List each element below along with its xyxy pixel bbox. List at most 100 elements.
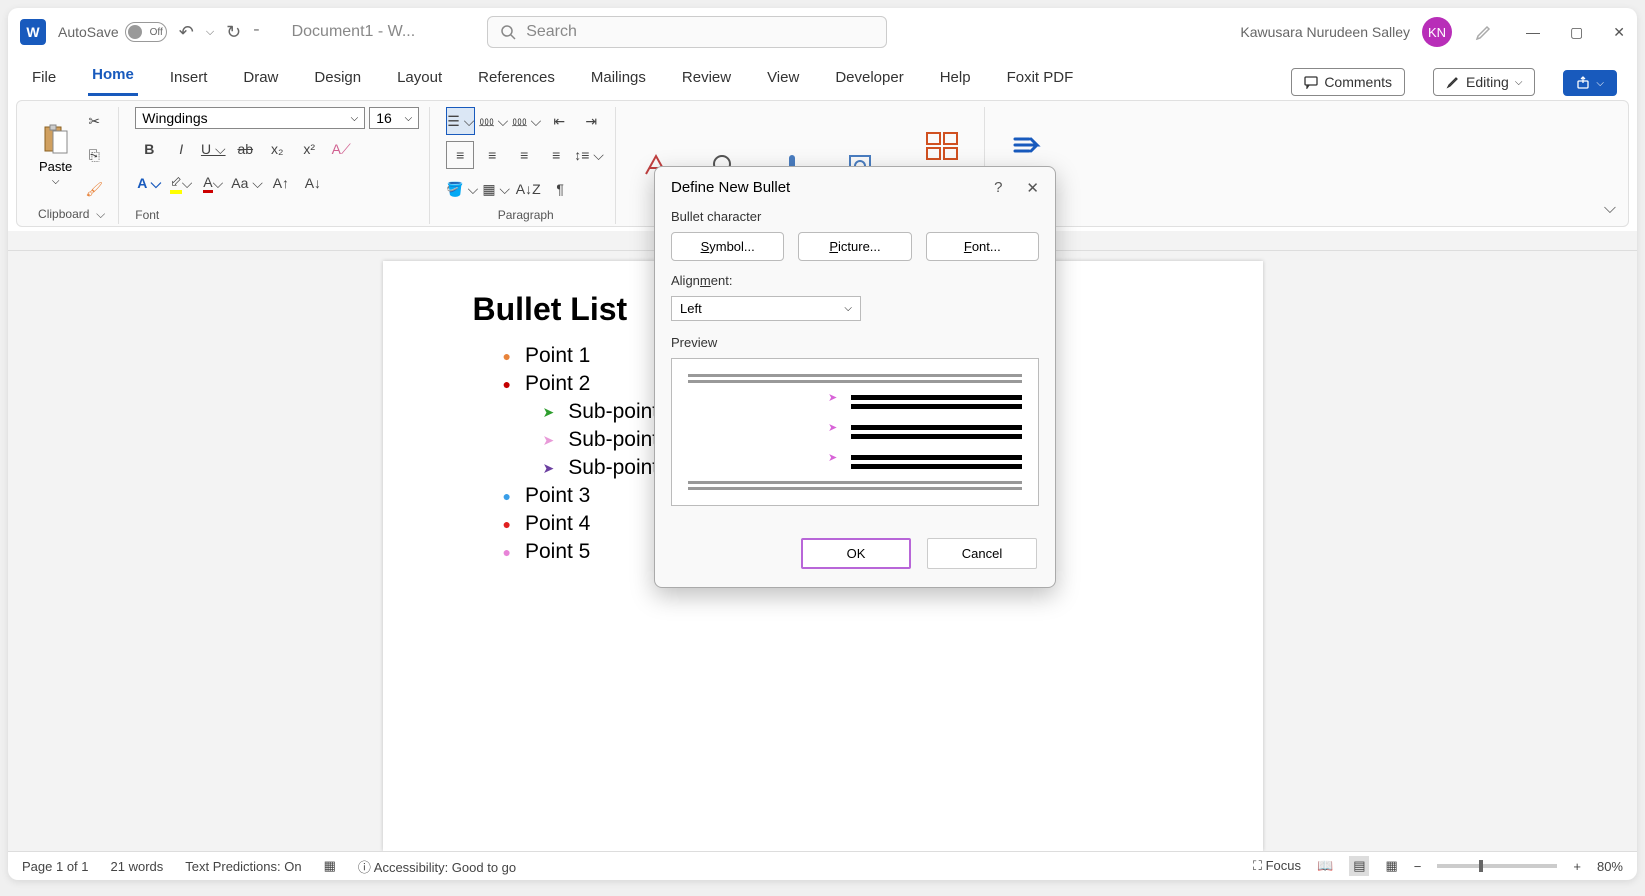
maximize-button[interactable]: ▢	[1570, 24, 1583, 41]
sort-button[interactable]: A↓Z	[514, 175, 542, 203]
font-name-selector[interactable]: Wingdings⌵	[135, 107, 365, 129]
align-left-button[interactable]: ≡	[446, 141, 474, 169]
align-center-button[interactable]: ≡	[478, 141, 506, 169]
font-color-button[interactable]: A ⌵	[199, 169, 227, 197]
justify-button[interactable]: ≡	[542, 141, 570, 169]
tab-foxit[interactable]: Foxit PDF	[1003, 63, 1078, 96]
align-right-button[interactable]: ≡	[510, 141, 538, 169]
copy-button[interactable]: ⎘	[80, 141, 108, 169]
page-status[interactable]: Page 1 of 1	[22, 859, 89, 874]
grow-font-button[interactable]: A↑	[267, 169, 295, 197]
arrow-bullet-icon: ➤	[543, 432, 555, 449]
bullet-icon: ●	[503, 516, 511, 532]
minimize-button[interactable]: —	[1526, 24, 1540, 41]
pencil-icon	[1446, 75, 1460, 89]
preview-bullet-icon: ➤	[828, 391, 837, 404]
tab-file[interactable]: File	[28, 63, 60, 96]
bold-button[interactable]: B	[135, 135, 163, 163]
tab-developer[interactable]: Developer	[831, 63, 907, 96]
multilevel-button[interactable]: ⅏ ⌵	[512, 107, 541, 135]
bullet-icon: ●	[503, 348, 511, 364]
alignment-select[interactable]: Left ⌵	[671, 296, 861, 321]
alignment-label: Alignment:	[671, 273, 1039, 288]
tab-help[interactable]: Help	[936, 63, 975, 96]
tab-references[interactable]: References	[474, 63, 559, 96]
customize-qat[interactable]: ⁼	[253, 25, 259, 39]
bullets-button[interactable]: ☰ ⌵	[446, 107, 475, 135]
preview-box: ➤ ➤ ➤	[671, 358, 1039, 506]
tab-draw[interactable]: Draw	[239, 63, 282, 96]
cut-button[interactable]: ✂	[80, 107, 108, 135]
collapse-ribbon-button[interactable]: ⌵	[1604, 200, 1616, 218]
line-spacing-button[interactable]: ↕≡ ⌵	[574, 141, 604, 169]
paste-button[interactable]: Paste ⌵	[35, 119, 76, 191]
tab-view[interactable]: View	[763, 63, 803, 96]
cancel-button[interactable]: Cancel	[927, 538, 1037, 569]
macro-icon[interactable]: ▦	[324, 858, 336, 874]
accessibility-status[interactable]: ⓘ Accessibility: Good to go	[358, 857, 516, 876]
clipboard-icon	[41, 123, 71, 157]
tab-home[interactable]: Home	[88, 60, 138, 96]
decrease-indent-button[interactable]: ⇤	[545, 107, 573, 135]
share-button[interactable]: ⌵	[1563, 70, 1617, 96]
tab-insert[interactable]: Insert	[166, 63, 212, 96]
clipboard-label: Clipboard ⌵	[38, 203, 105, 224]
zoom-slider[interactable]	[1437, 864, 1557, 868]
picture-button[interactable]: Picture...	[798, 232, 911, 261]
ok-button[interactable]: OK	[801, 538, 911, 569]
comments-button[interactable]: Comments	[1291, 68, 1405, 96]
autosave-toggle[interactable]: AutoSave Off	[58, 22, 167, 42]
autosave-label: AutoSave	[58, 24, 119, 40]
bullet-icon: ●	[503, 488, 511, 504]
shrink-font-button[interactable]: A↓	[299, 169, 327, 197]
symbol-button[interactable]: Symbol...	[671, 232, 784, 261]
redo-button[interactable]: ↻	[226, 22, 241, 43]
text-predictions[interactable]: Text Predictions: On	[185, 859, 301, 874]
user-name[interactable]: Kawusara Nurudeen Salley	[1240, 24, 1410, 40]
zoom-out-button[interactable]: −	[1414, 859, 1422, 874]
undo-button[interactable]: ↶	[179, 22, 194, 43]
tab-design[interactable]: Design	[310, 63, 365, 96]
zoom-level[interactable]: 80%	[1597, 859, 1623, 874]
dialog-close-button[interactable]: ✕	[1026, 179, 1039, 197]
highlight-button[interactable]: ⬃ ⌵	[167, 169, 195, 197]
superscript-button[interactable]: x²	[295, 135, 323, 163]
editing-mode-button[interactable]: Editing ⌵	[1433, 68, 1535, 96]
pen-icon[interactable]	[1474, 22, 1494, 42]
shading-button[interactable]: 🪣 ⌵	[446, 175, 478, 203]
underline-button[interactable]: U ⌵	[199, 135, 227, 163]
font-button[interactable]: Font...	[926, 232, 1039, 261]
print-layout-icon[interactable]: ▤	[1349, 856, 1369, 876]
show-marks-button[interactable]: ¶	[546, 175, 574, 203]
search-input[interactable]: Search	[487, 16, 887, 48]
numbering-button[interactable]: ⅏ ⌵	[479, 107, 508, 135]
help-button[interactable]: ?	[994, 179, 1002, 197]
focus-mode[interactable]: ⛶ Focus	[1253, 858, 1301, 874]
tab-mailings[interactable]: Mailings	[587, 63, 650, 96]
tab-review[interactable]: Review	[678, 63, 735, 96]
undo-dropdown[interactable]: ⌵	[206, 26, 214, 39]
change-case-button[interactable]: Aa ⌵	[231, 169, 263, 197]
word-count[interactable]: 21 words	[111, 859, 164, 874]
italic-button[interactable]: I	[167, 135, 195, 163]
tab-layout[interactable]: Layout	[393, 63, 446, 96]
format-painter-button[interactable]: 🖌	[80, 175, 108, 203]
zoom-in-button[interactable]: +	[1573, 859, 1581, 874]
increase-indent-button[interactable]: ⇥	[577, 107, 605, 135]
bullet-char-label: Bullet character	[671, 209, 1039, 224]
arrow-bullet-icon: ➤	[543, 460, 555, 477]
font-size-selector[interactable]: 16⌵	[369, 107, 419, 129]
web-layout-icon[interactable]: ▦	[1385, 858, 1397, 874]
toggle-switch[interactable]: Off	[125, 22, 167, 42]
user-avatar[interactable]: KN	[1422, 17, 1452, 47]
subscript-button[interactable]: x₂	[263, 135, 291, 163]
close-button[interactable]: ✕	[1613, 24, 1625, 41]
font-label: Font	[135, 204, 419, 224]
editor-icon	[1011, 131, 1049, 161]
clear-format-button[interactable]: A⟋	[327, 135, 355, 163]
text-effects-button[interactable]: A ⌵	[135, 169, 163, 197]
borders-button[interactable]: ▦ ⌵	[482, 175, 510, 203]
strike-button[interactable]: ab	[231, 135, 259, 163]
read-mode-icon[interactable]: 📖	[1317, 858, 1333, 874]
vertical-ruler[interactable]	[12, 251, 32, 851]
